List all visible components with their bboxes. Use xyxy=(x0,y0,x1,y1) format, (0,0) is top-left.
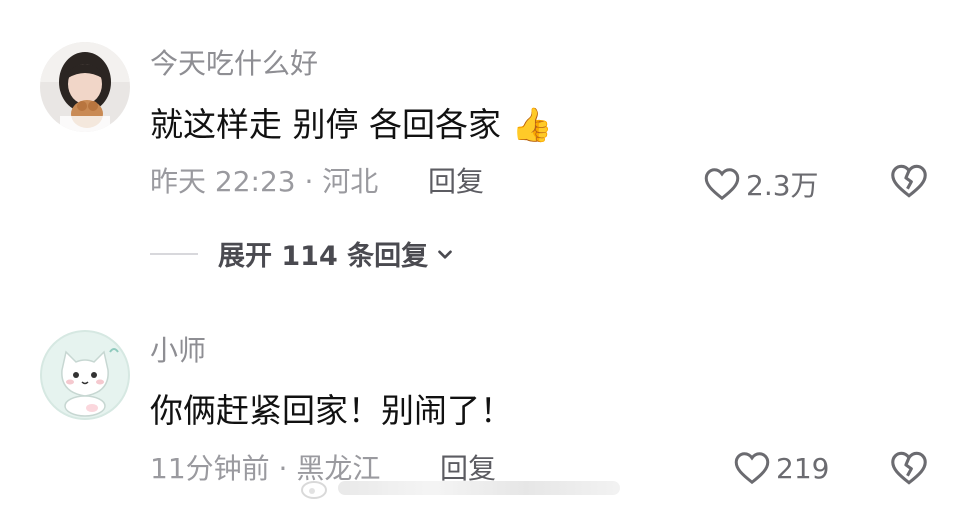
like-button[interactable]: 2.3万 xyxy=(704,164,819,204)
broken-heart-icon xyxy=(891,164,927,198)
weibo-logo-icon xyxy=(301,481,327,499)
dislike-button[interactable] xyxy=(890,451,928,489)
dislike-button[interactable] xyxy=(890,164,928,202)
expand-replies-button[interactable]: 展开 114 条回复 xyxy=(150,234,456,273)
comment-text-body: 就这样走 别停 各回各家 xyxy=(150,105,501,144)
user-avatar[interactable] xyxy=(40,42,130,132)
comment-text: 就这样走 别停 各回各家 👍 xyxy=(150,108,553,141)
chevron-down-icon xyxy=(438,249,452,259)
user-avatar[interactable] xyxy=(40,330,130,420)
reply-button[interactable]: 回复 xyxy=(428,168,484,196)
watermark-blur xyxy=(338,481,620,495)
broken-heart-icon xyxy=(891,451,927,485)
girl-photo-avatar-icon xyxy=(40,42,130,132)
cartoon-cat-avatar-icon xyxy=(40,330,130,420)
like-count: 2.3万 xyxy=(746,169,819,202)
divider-line xyxy=(150,252,198,255)
watermark xyxy=(300,470,620,506)
like-count: 219 xyxy=(776,451,830,485)
like-button[interactable]: 219 xyxy=(734,451,829,485)
thumbs-up-emoji: 👍 xyxy=(511,105,553,144)
heart-icon xyxy=(704,168,740,201)
comment-text: 你俩赶紧回家！别闹了！ xyxy=(150,391,513,430)
time-location: 昨天 22:23 · 河北 xyxy=(150,165,379,198)
expand-replies-label: 展开 114 条回复 xyxy=(218,241,429,272)
username[interactable]: 今天吃什么好 xyxy=(150,50,318,78)
heart-icon xyxy=(734,452,770,485)
username[interactable]: 小师 xyxy=(150,337,206,365)
